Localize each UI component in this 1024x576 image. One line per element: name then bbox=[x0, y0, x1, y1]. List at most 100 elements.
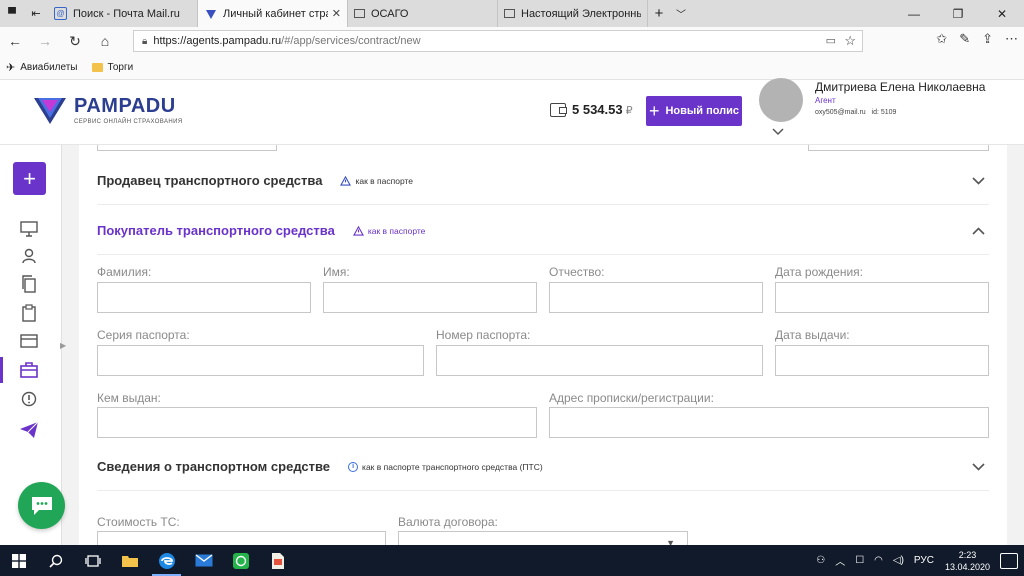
refresh-icon[interactable]: ↻ bbox=[60, 33, 90, 50]
chevron-down-icon[interactable] bbox=[972, 459, 985, 474]
set-aside-tabs-icon[interactable]: ⇤ bbox=[24, 0, 48, 27]
briefcase-icon[interactable] bbox=[19, 360, 39, 380]
tab-mail[interactable]: @ Поиск - Почта Mail.ru bbox=[48, 0, 198, 27]
address-bar-row: ← → ↻ ⌂ 🔒︎ https://agents.pampadu.ru/#/a… bbox=[0, 27, 1024, 55]
chat-button[interactable] bbox=[18, 482, 65, 529]
windows-start-icon[interactable] bbox=[0, 545, 37, 576]
patronymic-input[interactable] bbox=[549, 282, 763, 313]
first-name-label: Имя: bbox=[323, 265, 350, 279]
tab-pampadu[interactable]: Личный кабинет страх ✕ bbox=[198, 0, 348, 27]
last-name-input[interactable] bbox=[97, 282, 311, 313]
back-icon[interactable]: ← bbox=[0, 33, 30, 49]
home-icon[interactable]: ⌂ bbox=[90, 33, 120, 49]
user-meta: oxy505@mail.ru id: 5109 bbox=[815, 109, 896, 116]
passport-number-label: Номер паспорта: bbox=[436, 328, 531, 342]
warning-icon bbox=[352, 225, 364, 236]
chevron-down-icon[interactable] bbox=[972, 173, 985, 188]
bookmark-flights[interactable]: ✈ Авиабилеты bbox=[6, 61, 78, 74]
logo[interactable]: PAMPADU сервис онлайн страхования bbox=[32, 92, 183, 128]
favorites-icon[interactable]: ✩ bbox=[936, 31, 947, 47]
taskbar: ⚇ ︿ ☐ ◠ ◁) РУС 2:23 13.04.2020 bbox=[0, 545, 1024, 576]
chat-bubble-icon bbox=[31, 496, 52, 515]
chevron-up-icon[interactable] bbox=[972, 223, 985, 238]
user-icon[interactable] bbox=[19, 246, 39, 266]
forward-icon[interactable]: → bbox=[30, 33, 60, 49]
task-view-icon[interactable] bbox=[74, 545, 111, 576]
minimize-icon[interactable]: — bbox=[892, 0, 936, 27]
avatar[interactable] bbox=[759, 78, 803, 122]
sidebar-expand-icon[interactable]: ▶ bbox=[60, 341, 66, 350]
whatsapp-icon[interactable] bbox=[222, 545, 259, 576]
pen-icon[interactable]: ✎ bbox=[959, 31, 970, 47]
new-tab-button[interactable]: + bbox=[648, 0, 670, 27]
close-window-icon[interactable]: ✕ bbox=[980, 0, 1024, 27]
network-icon[interactable]: ☐ bbox=[855, 555, 864, 566]
people-icon[interactable]: ⚇ bbox=[816, 555, 825, 566]
plus-icon: + bbox=[648, 101, 660, 121]
restore-icon[interactable]: ❐ bbox=[936, 0, 980, 27]
field-input-stub[interactable] bbox=[808, 145, 989, 151]
monitor-icon[interactable] bbox=[19, 219, 39, 239]
issued-by-label: Кем выдан: bbox=[97, 391, 161, 405]
document-icon[interactable] bbox=[259, 545, 296, 576]
vehicle-cost-input[interactable] bbox=[97, 531, 386, 545]
issue-date-label: Дата выдачи: bbox=[775, 328, 850, 342]
page-favicon-icon bbox=[504, 9, 515, 18]
window-controls: — ❐ ✕ bbox=[892, 0, 1024, 27]
more-icon[interactable]: ⋯ bbox=[1005, 31, 1018, 47]
user-name: Дмитриева Елена Николаевна bbox=[815, 80, 986, 94]
balance-display[interactable]: 5 534.53 ₽ bbox=[550, 102, 633, 117]
issued-by-input[interactable] bbox=[97, 407, 537, 438]
tab-actions-icon[interactable]: ▀ bbox=[0, 0, 24, 27]
copy-icon[interactable] bbox=[19, 274, 39, 294]
birth-date-input[interactable] bbox=[775, 282, 989, 313]
alert-icon[interactable] bbox=[19, 389, 39, 409]
clipboard-icon[interactable] bbox=[19, 303, 39, 323]
section-hint: i как в паспорте транспортного средства … bbox=[348, 461, 543, 472]
new-policy-label: Новый полис bbox=[665, 105, 740, 117]
logo-subtitle: сервис онлайн страхования bbox=[74, 119, 183, 125]
card-icon[interactable] bbox=[19, 331, 39, 351]
pampadu-favicon-icon bbox=[204, 7, 217, 20]
file-explorer-icon[interactable] bbox=[111, 545, 148, 576]
buyer-section-header[interactable]: Покупатель транспортного средства как в … bbox=[97, 207, 989, 255]
currency-sign: ₽ bbox=[625, 105, 633, 117]
user-menu-chevron-icon[interactable] bbox=[772, 125, 784, 139]
send-icon[interactable] bbox=[19, 420, 39, 440]
url-host: https://agents.pampadu.ru bbox=[153, 35, 282, 47]
contract-currency-select[interactable]: ▼ bbox=[398, 531, 688, 545]
favorite-star-icon[interactable]: ☆ bbox=[844, 33, 856, 49]
wallet-icon bbox=[550, 102, 567, 117]
wifi-icon[interactable]: ◠ bbox=[874, 555, 883, 566]
bookmark-tenders[interactable]: Торги bbox=[91, 62, 133, 73]
issue-date-input[interactable] bbox=[775, 345, 989, 376]
language-indicator[interactable]: РУС bbox=[914, 555, 934, 566]
url-path: /#/app/services/contract/new bbox=[281, 35, 421, 47]
seller-section-header[interactable]: Продавец транспортного средства как в па… bbox=[97, 157, 989, 205]
field-input-stub[interactable] bbox=[97, 145, 277, 151]
passport-number-input[interactable] bbox=[436, 345, 763, 376]
page-favicon-icon bbox=[354, 9, 365, 18]
new-policy-button[interactable]: + Новый полис bbox=[646, 96, 742, 126]
clock[interactable]: 2:23 13.04.2020 bbox=[945, 549, 990, 573]
search-icon[interactable] bbox=[37, 545, 74, 576]
edge-icon[interactable] bbox=[148, 545, 185, 576]
sidebar-add-button[interactable]: + bbox=[13, 162, 46, 195]
passport-series-input[interactable] bbox=[97, 345, 424, 376]
birth-date-label: Дата рождения: bbox=[775, 265, 863, 279]
first-name-input[interactable] bbox=[323, 282, 537, 313]
reading-view-icon[interactable]: ▭ bbox=[826, 34, 836, 47]
volume-icon[interactable]: ◁) bbox=[893, 555, 904, 566]
tab-electronic[interactable]: Настоящий Электронный П bbox=[498, 0, 648, 27]
vehicle-section-header[interactable]: Сведения о транспортном средстве i как в… bbox=[97, 443, 989, 491]
address-input[interactable] bbox=[549, 407, 989, 438]
mail-icon[interactable] bbox=[185, 545, 222, 576]
share-icon[interactable]: ⇪ bbox=[982, 31, 993, 47]
url-input[interactable]: 🔒︎ https://agents.pampadu.ru/#/app/servi… bbox=[133, 30, 863, 52]
notifications-icon[interactable] bbox=[1000, 552, 1018, 569]
tab-list-chevron-icon[interactable]: ﹀ bbox=[670, 0, 692, 27]
tray-chevron-up-icon[interactable]: ︿ bbox=[835, 553, 845, 568]
close-tab-icon[interactable]: ✕ bbox=[332, 7, 341, 20]
address-label: Адрес прописки/регистрации: bbox=[549, 391, 714, 405]
tab-osago[interactable]: ОСАГО bbox=[348, 0, 498, 27]
